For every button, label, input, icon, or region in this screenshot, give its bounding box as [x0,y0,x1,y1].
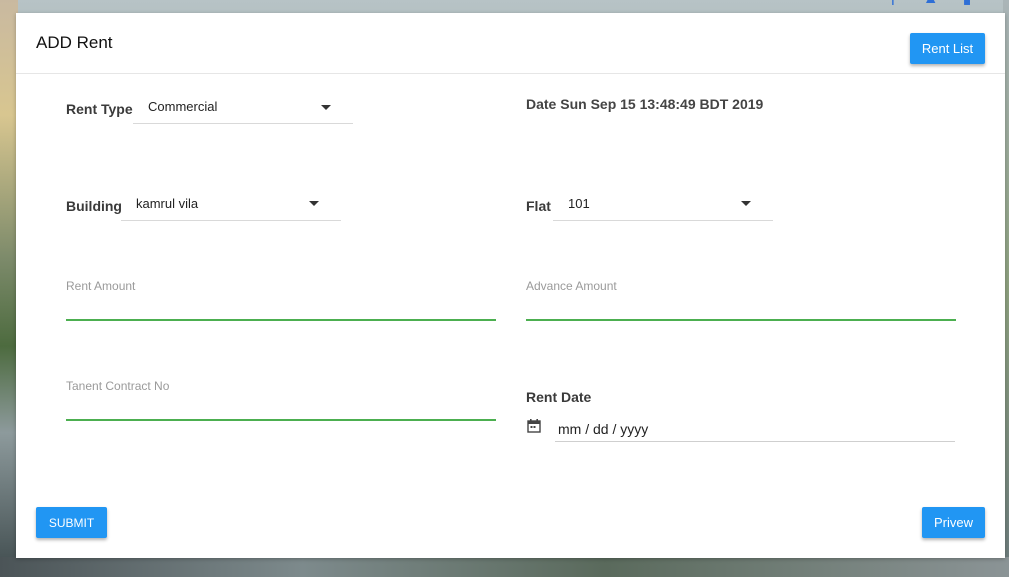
user-icon[interactable]: ▮ [963,0,972,7]
rent-list-button[interactable]: Rent List [910,33,985,64]
rent-date-label: Rent Date [526,389,592,405]
preview-button[interactable]: Prive​w [922,507,985,538]
flat-label: Flat [526,198,551,214]
background-bottom-strip [0,557,1009,577]
rent-date-input[interactable]: mm / dd / yyyy [555,416,955,442]
page-title: ADD Rent [36,33,113,52]
search-icon[interactable]: ⚲ [887,0,899,7]
rent-amount-input[interactable] [66,319,496,321]
building-value: kamrul vila [136,195,199,211]
add-rent-card: ADD Rent Rent List Rent Type Commercial … [16,13,1005,558]
contract-no-input[interactable] [66,419,496,421]
flat-value: 101 [568,195,590,211]
rent-type-label: Rent Type [66,101,133,117]
contract-no-placeholder: Tanent Contract No [66,379,170,393]
rent-type-value: Commercial [148,99,218,114]
bell-icon[interactable]: ▲ [923,0,939,7]
calendar-icon[interactable] [527,419,541,433]
chevron-down-icon [309,201,319,206]
rent-amount-placeholder: Rent Amount [66,279,136,293]
chevron-down-icon [741,201,751,206]
current-date-text: Date Sun Sep 15 13:48:49 BDT 2019 [526,96,764,112]
advance-amount-placeholder: Advance Amount [526,279,617,293]
advance-amount-input[interactable] [526,319,956,321]
rent-type-select[interactable]: Commercial [133,90,353,124]
building-select[interactable]: kamrul vila [121,186,341,221]
top-toolbar-icons: ⚲ ▲ ▮ • [887,0,1001,7]
chevron-down-icon [321,104,331,110]
flat-select[interactable]: 101 [553,186,773,221]
card-header: ADD Rent Rent List [16,13,1005,74]
more-icon[interactable]: • [995,0,1001,7]
rent-date-placeholder: mm / dd / yyyy [558,420,649,437]
submit-button[interactable]: SUBMIT [36,507,107,538]
building-label: Building [66,198,122,214]
